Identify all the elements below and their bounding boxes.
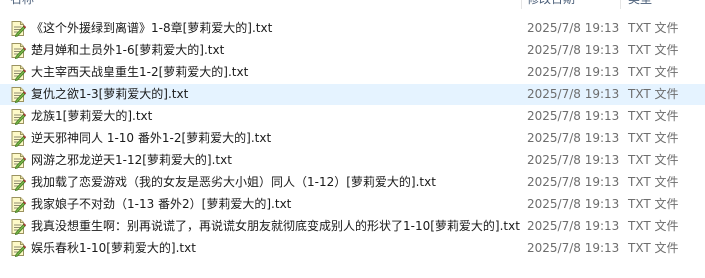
file-modified-date: 2025/7/8 19:13 xyxy=(527,153,620,167)
text-file-icon xyxy=(11,241,26,257)
file-modified-date: 2025/7/8 19:13 xyxy=(527,197,620,211)
file-type: TXT 文件 xyxy=(628,219,679,233)
text-file-icon xyxy=(11,21,26,37)
file-row[interactable]: 我加载了恋爱游戏（我的女友是恶劣大小姐）同人（1-12）[萝莉爱大的].txt … xyxy=(0,172,705,193)
file-list-view: 名称 修改日期 类型 《这个外援绿到离谱》1-8章[萝莉爱大的].txt 202… xyxy=(0,0,705,278)
file-modified-date: 2025/7/8 19:13 xyxy=(527,175,620,189)
file-row[interactable]: 逆天邪神同人 1-10 番外1-2[萝莉爱大的].txt 2025/7/8 19… xyxy=(0,128,705,149)
column-header-type[interactable]: 类型 xyxy=(628,0,652,9)
file-name: 我加载了恋爱游戏（我的女友是恶劣大小姐）同人（1-12）[萝莉爱大的].txt xyxy=(31,175,436,189)
file-type: TXT 文件 xyxy=(628,109,679,123)
file-type: TXT 文件 xyxy=(628,131,679,145)
file-name: 我家娘子不对劲（1-13 番外2）[萝莉爱大的].txt xyxy=(31,197,292,211)
file-row[interactable]: 《这个外援绿到离谱》1-8章[萝莉爱大的].txt 2025/7/8 19:13… xyxy=(0,18,705,39)
text-file-icon xyxy=(11,43,26,59)
text-file-icon xyxy=(11,219,26,235)
column-divider[interactable] xyxy=(620,0,621,9)
file-type: TXT 文件 xyxy=(628,241,679,255)
text-file-icon xyxy=(11,197,26,213)
file-name: 复仇之欲1-3[萝莉爱大的].txt xyxy=(31,87,189,101)
file-row[interactable]: 网游之邪龙逆天1-12[萝莉爱大的].txt 2025/7/8 19:13 TX… xyxy=(0,150,705,171)
text-file-icon xyxy=(11,65,26,81)
text-file-icon xyxy=(11,153,26,169)
column-header-name[interactable]: 名称 xyxy=(10,0,34,9)
column-header-date[interactable]: 修改日期 xyxy=(527,0,575,9)
file-modified-date: 2025/7/8 19:13 xyxy=(527,87,620,101)
file-type: TXT 文件 xyxy=(628,153,679,167)
file-row[interactable]: 我家娘子不对劲（1-13 番外2）[萝莉爱大的].txt 2025/7/8 19… xyxy=(0,194,705,215)
file-type: TXT 文件 xyxy=(628,43,679,57)
file-modified-date: 2025/7/8 19:13 xyxy=(527,109,620,123)
column-header-row: 名称 修改日期 类型 xyxy=(0,0,705,9)
file-name: 网游之邪龙逆天1-12[萝莉爱大的].txt xyxy=(31,153,232,167)
text-file-icon xyxy=(11,87,26,103)
file-name: 《这个外援绿到离谱》1-8章[萝莉爱大的].txt xyxy=(31,21,273,35)
file-modified-date: 2025/7/8 19:13 xyxy=(527,131,620,145)
file-type: TXT 文件 xyxy=(628,21,679,35)
file-name: 大主宰西天战皇重生1-2[萝莉爱大的].txt xyxy=(31,65,249,79)
column-divider[interactable] xyxy=(521,0,522,9)
file-row[interactable]: 娱乐春秋1-10[萝莉爱大的].txt 2025/7/8 19:13 TXT 文… xyxy=(0,238,705,259)
file-row[interactable]: 我真没想重生啊：别再说谎了，再说谎女朋友就彻底变成别人的形状了1-10[萝莉爱大… xyxy=(0,216,705,237)
file-name: 龙族1[萝莉爱大的].txt xyxy=(31,109,153,123)
file-name: 我真没想重生啊：别再说谎了，再说谎女朋友就彻底变成别人的形状了1-10[萝莉爱大… xyxy=(31,219,520,233)
file-modified-date: 2025/7/8 19:13 xyxy=(527,65,620,79)
file-modified-date: 2025/7/8 19:13 xyxy=(527,21,620,35)
file-name: 逆天邪神同人 1-10 番外1-2[萝莉爱大的].txt xyxy=(31,131,272,145)
file-row-hovered[interactable]: 复仇之欲1-3[萝莉爱大的].txt 2025/7/8 19:13 TXT 文件 xyxy=(0,84,705,105)
file-modified-date: 2025/7/8 19:13 xyxy=(527,219,620,233)
text-file-icon xyxy=(11,175,26,191)
file-type: TXT 文件 xyxy=(628,197,679,211)
file-modified-date: 2025/7/8 19:13 xyxy=(527,43,620,57)
file-row[interactable]: 大主宰西天战皇重生1-2[萝莉爱大的].txt 2025/7/8 19:13 T… xyxy=(0,62,705,83)
file-row[interactable]: 楚月婵和土员外1-6[萝莉爱大的].txt 2025/7/8 19:13 TXT… xyxy=(0,40,705,61)
file-type: TXT 文件 xyxy=(628,65,679,79)
text-file-icon xyxy=(11,109,26,125)
file-modified-date: 2025/7/8 19:13 xyxy=(527,241,620,255)
file-name: 娱乐春秋1-10[萝莉爱大的].txt xyxy=(31,241,196,255)
file-rows: 《这个外援绿到离谱》1-8章[萝莉爱大的].txt 2025/7/8 19:13… xyxy=(0,18,705,260)
file-type: TXT 文件 xyxy=(628,87,679,101)
file-name: 楚月婵和土员外1-6[萝莉爱大的].txt xyxy=(31,43,225,57)
text-file-icon xyxy=(11,131,26,147)
file-type: TXT 文件 xyxy=(628,175,679,189)
file-row[interactable]: 龙族1[萝莉爱大的].txt 2025/7/8 19:13 TXT 文件 xyxy=(0,106,705,127)
